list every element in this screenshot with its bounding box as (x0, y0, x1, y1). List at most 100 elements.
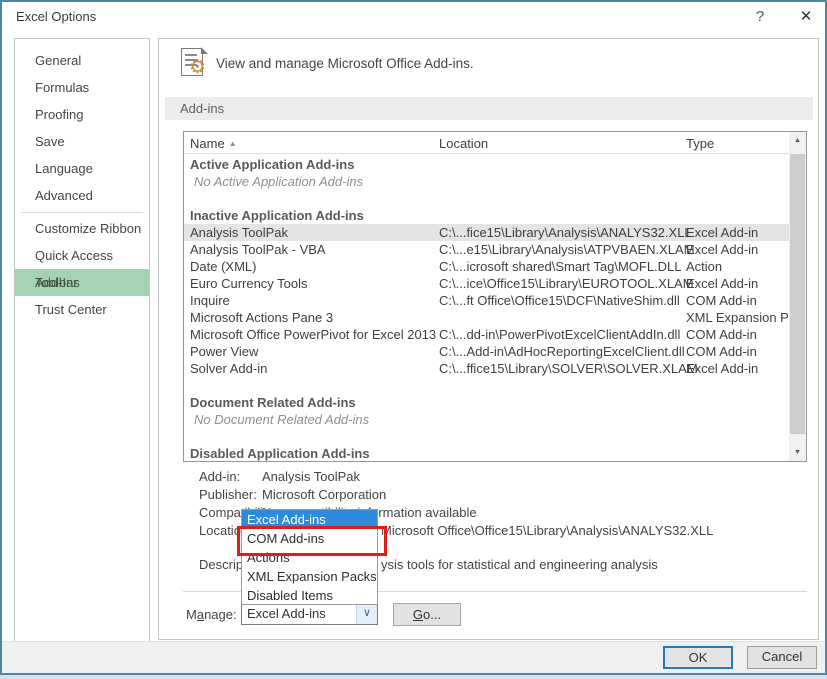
cell-location: C:\...dd-in\PowerPivotExcelClientAddIn.d… (439, 326, 680, 343)
cell-name: Date (XML) (190, 258, 256, 275)
cell-location: C:\...ffice15\Library\SOLVER\SOLVER.XLAM (439, 360, 698, 377)
help-icon[interactable]: ? (748, 6, 772, 28)
note-row: No Document Related Add-ins (184, 411, 789, 428)
column-header-name[interactable]: Name▲ (190, 136, 237, 151)
sidebar-item-formulas[interactable]: Formulas (15, 74, 149, 101)
chevron-down-icon[interactable]: ∨ (356, 604, 377, 624)
cell-name: Analysis ToolPak (190, 224, 288, 241)
cell-location: C:\...ft Office\Office15\DCF\NativeShim.… (439, 292, 680, 309)
table-rows: Active Application Add-insNo Active Appl… (184, 156, 789, 462)
table-row[interactable]: Inquire C:\...ft Office\Office15\DCF\Nati… (184, 292, 789, 309)
addins-document-gear-icon: ⚙ (181, 48, 207, 79)
cell-type: COM Add-in (686, 326, 757, 343)
scrollbar-thumb[interactable] (790, 154, 805, 434)
table-row[interactable]: Analysis ToolPak - VBA C:\...e15\Library\… (184, 241, 789, 258)
sidebar-item-save[interactable]: Save (15, 128, 149, 155)
detail-publisher: Publisher: Microsoft Corporation (159, 487, 799, 504)
cell-location: C:\...icrosoft shared\Smart Tag\MOFL.DLL (439, 258, 682, 275)
sidebar-item-trust-center[interactable]: Trust Center (15, 296, 149, 323)
dropdown-item-disabled-items[interactable]: Disabled Items (242, 586, 377, 605)
cell-type: Action (686, 258, 722, 275)
empty-row (184, 190, 789, 207)
table-row[interactable]: Power View C:\...Add-in\AdHocReportingExc… (184, 343, 789, 360)
add-ins-section-bar: Add-ins (165, 97, 813, 120)
section-row: Document Related Add-ins (184, 394, 789, 411)
cell-name: Solver Add-in (190, 360, 267, 377)
table-row[interactable]: Date (XML) C:\...icrosoft shared\Smart Ta… (184, 258, 789, 275)
title-bar: Excel Options ? ✕ (2, 2, 825, 32)
column-header-type[interactable]: Type (686, 136, 714, 151)
cell-name: Inactive Application Add-ins (190, 207, 364, 224)
manage-dropdown-list: Excel Add-insCOM Add-insActionsXML Expan… (241, 509, 378, 605)
sidebar-item-general[interactable]: General (15, 47, 149, 74)
cell-type: Excel Add-in (686, 360, 758, 377)
panel-description: View and manage Microsoft Office Add-ins… (216, 56, 474, 71)
vertical-scrollbar[interactable]: ▲ ▼ (789, 132, 806, 461)
scroll-up-icon[interactable]: ▲ (789, 132, 806, 149)
cell-name: Disabled Application Add-ins (190, 445, 370, 462)
dropdown-item-xml-expansion-packs[interactable]: XML Expansion Packs (242, 567, 377, 586)
cell-name: Power View (190, 343, 258, 360)
table-row[interactable]: Analysis ToolPak C:\...fice15\Library\Ana… (184, 224, 789, 241)
annotation-red-box (237, 526, 387, 556)
cell-name: No Active Application Add-ins (194, 173, 363, 190)
cell-name: Document Related Add-ins (190, 394, 356, 411)
sidebar-item-quick-access-toolbar[interactable]: Quick Access Toolbar (15, 242, 149, 269)
column-header-location[interactable]: Location (439, 136, 488, 151)
detail-addin-value: Analysis ToolPak (262, 469, 360, 484)
cell-type: Excel Add-in (686, 224, 758, 241)
options-sidebar: General Formulas Proofing Save Language … (14, 38, 150, 642)
add-ins-section-label: Add-ins (180, 101, 224, 116)
cell-type: Excel Add-in (686, 275, 758, 292)
sidebar-item-proofing[interactable]: Proofing (15, 101, 149, 128)
sort-ascending-icon: ▲ (229, 139, 237, 148)
sidebar-separator (21, 212, 143, 213)
add-ins-panel: ⚙ View and manage Microsoft Office Add-i… (158, 38, 819, 640)
table-header: Name▲ Location Type (184, 132, 806, 154)
scroll-down-icon[interactable]: ▼ (789, 444, 806, 461)
cell-name: Active Application Add-ins (190, 156, 354, 173)
cell-name: Inquire (190, 292, 230, 309)
table-row[interactable]: Microsoft Office PowerPivot for Excel 20… (184, 326, 789, 343)
manage-combobox[interactable]: Excel Add-ins ∨ (241, 603, 378, 625)
section-row: Active Application Add-ins (184, 156, 789, 173)
cell-name: Microsoft Office PowerPivot for Excel 20… (190, 326, 436, 343)
cell-location: C:\...e15\Library\Analysis\ATPVBAEN.XLAM (439, 241, 695, 258)
add-ins-table: Name▲ Location Type Active Application A… (183, 131, 807, 462)
section-row: Disabled Application Add-ins (184, 445, 789, 462)
sidebar-item-language[interactable]: Language (15, 155, 149, 182)
cell-type: COM Add-in (686, 343, 757, 360)
section-row: Inactive Application Add-ins (184, 207, 789, 224)
detail-addin-label: Add-in: (199, 469, 240, 484)
detail-publisher-label: Publisher: (199, 487, 257, 502)
empty-row (184, 428, 789, 445)
cell-type: COM Add-in (686, 292, 757, 309)
dialog-title: Excel Options (16, 9, 96, 24)
cell-name: Analysis ToolPak - VBA (190, 241, 326, 258)
dialog-footer: OK Cancel (2, 641, 825, 673)
cell-location: C:\...ice\Office15\Library\EUROTOOL.XLAM (439, 275, 694, 292)
cell-location: C:\...Add-in\AdHocReportingExcelClient.d… (439, 343, 685, 360)
excel-options-dialog: Excel Options ? ✕ General Formulas Proof… (0, 0, 827, 675)
manage-combobox-value: Excel Add-ins (247, 606, 326, 621)
table-row[interactable]: Microsoft Actions Pane 3XML Expansion Pa… (184, 309, 789, 326)
detail-location-value: Microsoft Office\Office15\Library\Analys… (381, 523, 713, 538)
go-button[interactable]: Go... (393, 603, 461, 626)
detail-description-value: ysis tools for statistical and engineeri… (381, 557, 658, 572)
close-icon[interactable]: ✕ (792, 5, 820, 29)
cancel-button[interactable]: Cancel (747, 646, 817, 669)
table-row[interactable]: Solver Add-in C:\...ffice15\Library\SOLVE… (184, 360, 789, 377)
detail-publisher-value: Microsoft Corporation (262, 487, 386, 502)
cell-type: Excel Add-in (686, 241, 758, 258)
detail-addin: Add-in: Analysis ToolPak (159, 469, 799, 486)
ok-button[interactable]: OK (663, 646, 733, 669)
cell-location: C:\...fice15\Library\Analysis\ANALYS32.X… (439, 224, 692, 241)
sidebar-item-customize-ribbon[interactable]: Customize Ribbon (15, 215, 149, 242)
cell-name: Microsoft Actions Pane 3 (190, 309, 333, 326)
sidebar-item-add-ins[interactable]: Add-Ins (15, 269, 149, 296)
empty-row (184, 377, 789, 394)
manage-label: Manage: (186, 607, 237, 622)
cell-name: No Document Related Add-ins (194, 411, 369, 428)
sidebar-item-advanced[interactable]: Advanced (15, 182, 149, 209)
table-row[interactable]: Euro Currency ToolsC:\...ice\Office15\Li… (184, 275, 789, 292)
